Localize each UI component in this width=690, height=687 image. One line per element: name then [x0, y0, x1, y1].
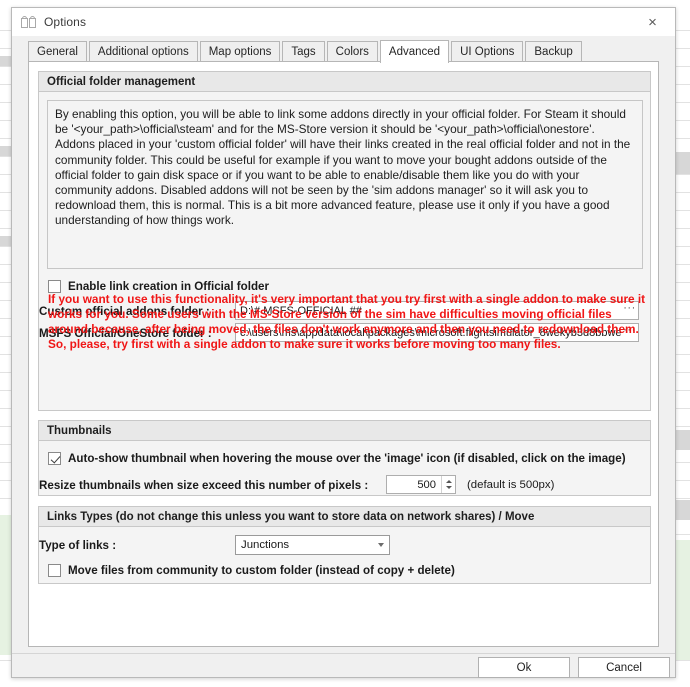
window-title: Options [44, 15, 87, 29]
resize-thumbnails-label: Resize thumbnails when size exceed this … [39, 479, 369, 492]
type-of-links-select[interactable]: Junctions [235, 535, 390, 555]
stepper-arrows[interactable] [441, 476, 455, 493]
official-folder-description: By enabling this option, you will be abl… [47, 100, 643, 269]
group-title-links-types: Links Types (do not change this unless y… [39, 507, 650, 527]
tab-tags[interactable]: Tags [282, 41, 325, 61]
tab-colors[interactable]: Colors [326, 41, 378, 61]
tab-strip: General Additional options Map options T… [28, 39, 675, 63]
move-files-label: Move files from community to custom fold… [68, 564, 455, 577]
type-of-links-label: Type of links : [39, 539, 117, 552]
tab-panel-advanced: Official folder management By enabling t… [28, 61, 659, 647]
type-of-links-value: Junctions [241, 539, 290, 551]
auto-show-thumbnail-checkbox[interactable] [48, 452, 61, 465]
resize-thumbnails-hint: (default is 500px) [467, 479, 555, 491]
tab-advanced[interactable]: Advanced [379, 40, 450, 63]
tab-backup[interactable]: Backup [525, 41, 582, 61]
group-thumbnails: Thumbnails Auto-show thumbnail when hove… [38, 420, 651, 496]
options-dialog: Options × General Additional options Map… [11, 7, 676, 678]
tab-additional-options[interactable]: Additional options [88, 41, 198, 61]
options-window-icon [21, 15, 37, 29]
dialog-footer: Ok Cancel [12, 653, 675, 680]
cancel-button[interactable]: Cancel [578, 657, 670, 678]
chevron-down-icon[interactable] [373, 543, 389, 547]
move-files-row[interactable]: Move files from community to custom fold… [48, 564, 455, 577]
group-title-official-folder: Official folder management [39, 72, 650, 92]
ok-button[interactable]: Ok [478, 657, 570, 678]
group-official-folder-management: Official folder management By enabling t… [38, 71, 651, 411]
group-title-thumbnails: Thumbnails [39, 421, 650, 441]
auto-show-thumbnail-label: Auto-show thumbnail when hovering the mo… [68, 452, 626, 465]
tab-ui-options[interactable]: UI Options [451, 41, 524, 61]
official-folder-warning-text: If you want to use this functionality, i… [48, 292, 646, 351]
move-files-checkbox[interactable] [48, 564, 61, 577]
resize-thumbnails-value: 500 [417, 478, 436, 491]
tab-general[interactable]: General [28, 41, 87, 61]
resize-thumbnails-stepper[interactable]: 500 [386, 475, 456, 494]
title-bar: Options × [12, 8, 675, 36]
auto-show-thumbnail-row[interactable]: Auto-show thumbnail when hovering the mo… [48, 452, 626, 465]
close-icon[interactable]: × [630, 8, 675, 36]
stepper-down-icon[interactable] [445, 485, 452, 489]
tab-map-options[interactable]: Map options [199, 41, 281, 61]
group-links-types: Links Types (do not change this unless y… [38, 506, 651, 584]
stepper-up-icon[interactable] [445, 480, 452, 484]
